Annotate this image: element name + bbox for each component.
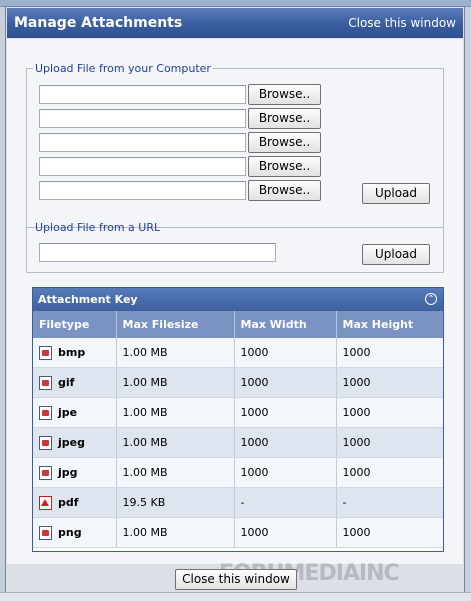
column-header-max-filesize: Max Filesize [116, 311, 235, 338]
filetype-cell: png [33, 517, 117, 548]
filetype-cell: jpe [33, 397, 117, 428]
max-filesize-cell: 1.00 MB [116, 367, 235, 398]
attachment-key-table: Filetype Max Filesize Max Width Max Heig… [33, 311, 443, 548]
upload-computer-legend: Upload File from your Computer [35, 62, 211, 75]
image-file-icon [39, 405, 52, 420]
filetype-text: jpe [58, 405, 78, 419]
upload-url-button[interactable]: Upload [362, 244, 430, 265]
upload-computer-button[interactable]: Upload [362, 183, 430, 204]
file-path-input-2[interactable] [39, 109, 246, 128]
image-file-icon [39, 525, 52, 540]
column-header-filetype: Filetype [33, 311, 117, 338]
attachment-key-panel: Attachment Key ⌃ Filetype Max Filesize M… [32, 287, 444, 552]
window-body: Upload File from your Computer Browse.. … [7, 39, 463, 586]
file-path-input-1[interactable] [39, 85, 246, 104]
manage-attachments-window: Manage Attachments Close this window Upl… [5, 6, 465, 598]
collapse-icon[interactable]: ⌃ [425, 293, 437, 305]
image-file-icon [39, 345, 52, 360]
filetype-cell: jpg [33, 457, 117, 488]
max-height-cell: 1000 [336, 397, 443, 428]
table-row: jpe 1.00 MB 1000 1000 [33, 397, 443, 428]
file-path-input-3[interactable] [39, 133, 246, 152]
max-width-cell: 1000 [234, 427, 337, 458]
table-row: jpeg 1.00 MB 1000 1000 [33, 427, 443, 458]
max-width-cell: - [234, 487, 337, 518]
url-input[interactable] [39, 243, 276, 262]
max-width-cell: 1000 [234, 397, 337, 428]
max-height-cell: 1000 [336, 517, 443, 548]
max-height-cell: 1000 [336, 338, 443, 368]
filetype-cell: bmp [33, 338, 117, 368]
max-height-cell: 1000 [336, 457, 443, 488]
filetype-cell: pdf [33, 487, 117, 518]
max-height-cell: - [336, 487, 443, 518]
filetype-cell: gif [33, 367, 117, 398]
image-file-icon [39, 435, 52, 450]
column-header-max-width: Max Width [234, 311, 337, 338]
filetype-text: png [58, 525, 82, 539]
filetype-cell: jpeg [33, 427, 117, 458]
image-file-icon [39, 465, 52, 480]
filetype-text: bmp [58, 345, 86, 359]
column-header-max-height: Max Height [336, 311, 443, 338]
filetype-text: gif [58, 375, 75, 389]
window-title: Manage Attachments [14, 15, 183, 31]
table-row: jpg 1.00 MB 1000 1000 [33, 457, 443, 488]
table-row: pdf 19.5 KB - - [33, 487, 443, 518]
browse-button-2[interactable]: Browse.. [248, 108, 321, 129]
max-filesize-cell: 1.00 MB [116, 338, 235, 368]
max-width-cell: 1000 [234, 338, 337, 368]
max-filesize-cell: 1.00 MB [116, 397, 235, 428]
browse-button-4[interactable]: Browse.. [248, 156, 321, 177]
max-width-cell: 1000 [234, 367, 337, 398]
window-titlebar: Manage Attachments Close this window [7, 8, 463, 38]
max-width-cell: 1000 [234, 457, 337, 488]
pdf-file-icon [39, 495, 52, 510]
max-filesize-cell: 1.00 MB [116, 427, 235, 458]
max-height-cell: 1000 [336, 427, 443, 458]
file-path-input-5[interactable] [39, 181, 246, 200]
browse-button-5[interactable]: Browse.. [248, 180, 321, 201]
upload-url-legend: Upload File from a URL [35, 221, 161, 234]
table-header-row: Filetype Max Filesize Max Width Max Heig… [33, 311, 443, 338]
attachment-key-title: Attachment Key [38, 293, 138, 306]
close-window-link[interactable]: Close this window [348, 16, 456, 30]
table-row: png 1.00 MB 1000 1000 [33, 517, 443, 548]
close-window-button[interactable]: Close this window [175, 569, 297, 590]
image-file-icon [39, 375, 52, 390]
table-row: bmp 1.00 MB 1000 1000 [33, 338, 443, 368]
attachment-key-header: Attachment Key ⌃ [33, 288, 443, 311]
browse-button-1[interactable]: Browse.. [248, 84, 321, 105]
max-filesize-cell: 1.00 MB [116, 517, 235, 548]
max-filesize-cell: 19.5 KB [116, 487, 235, 518]
max-filesize-cell: 1.00 MB [116, 457, 235, 488]
file-path-input-4[interactable] [39, 157, 246, 176]
table-row: gif 1.00 MB 1000 1000 [33, 367, 443, 398]
max-height-cell: 1000 [336, 367, 443, 398]
filetype-text: pdf [58, 495, 79, 509]
filetype-text: jpeg [58, 435, 85, 449]
browse-button-3[interactable]: Browse.. [248, 132, 321, 153]
max-width-cell: 1000 [234, 517, 337, 548]
filetype-text: jpg [58, 465, 78, 479]
